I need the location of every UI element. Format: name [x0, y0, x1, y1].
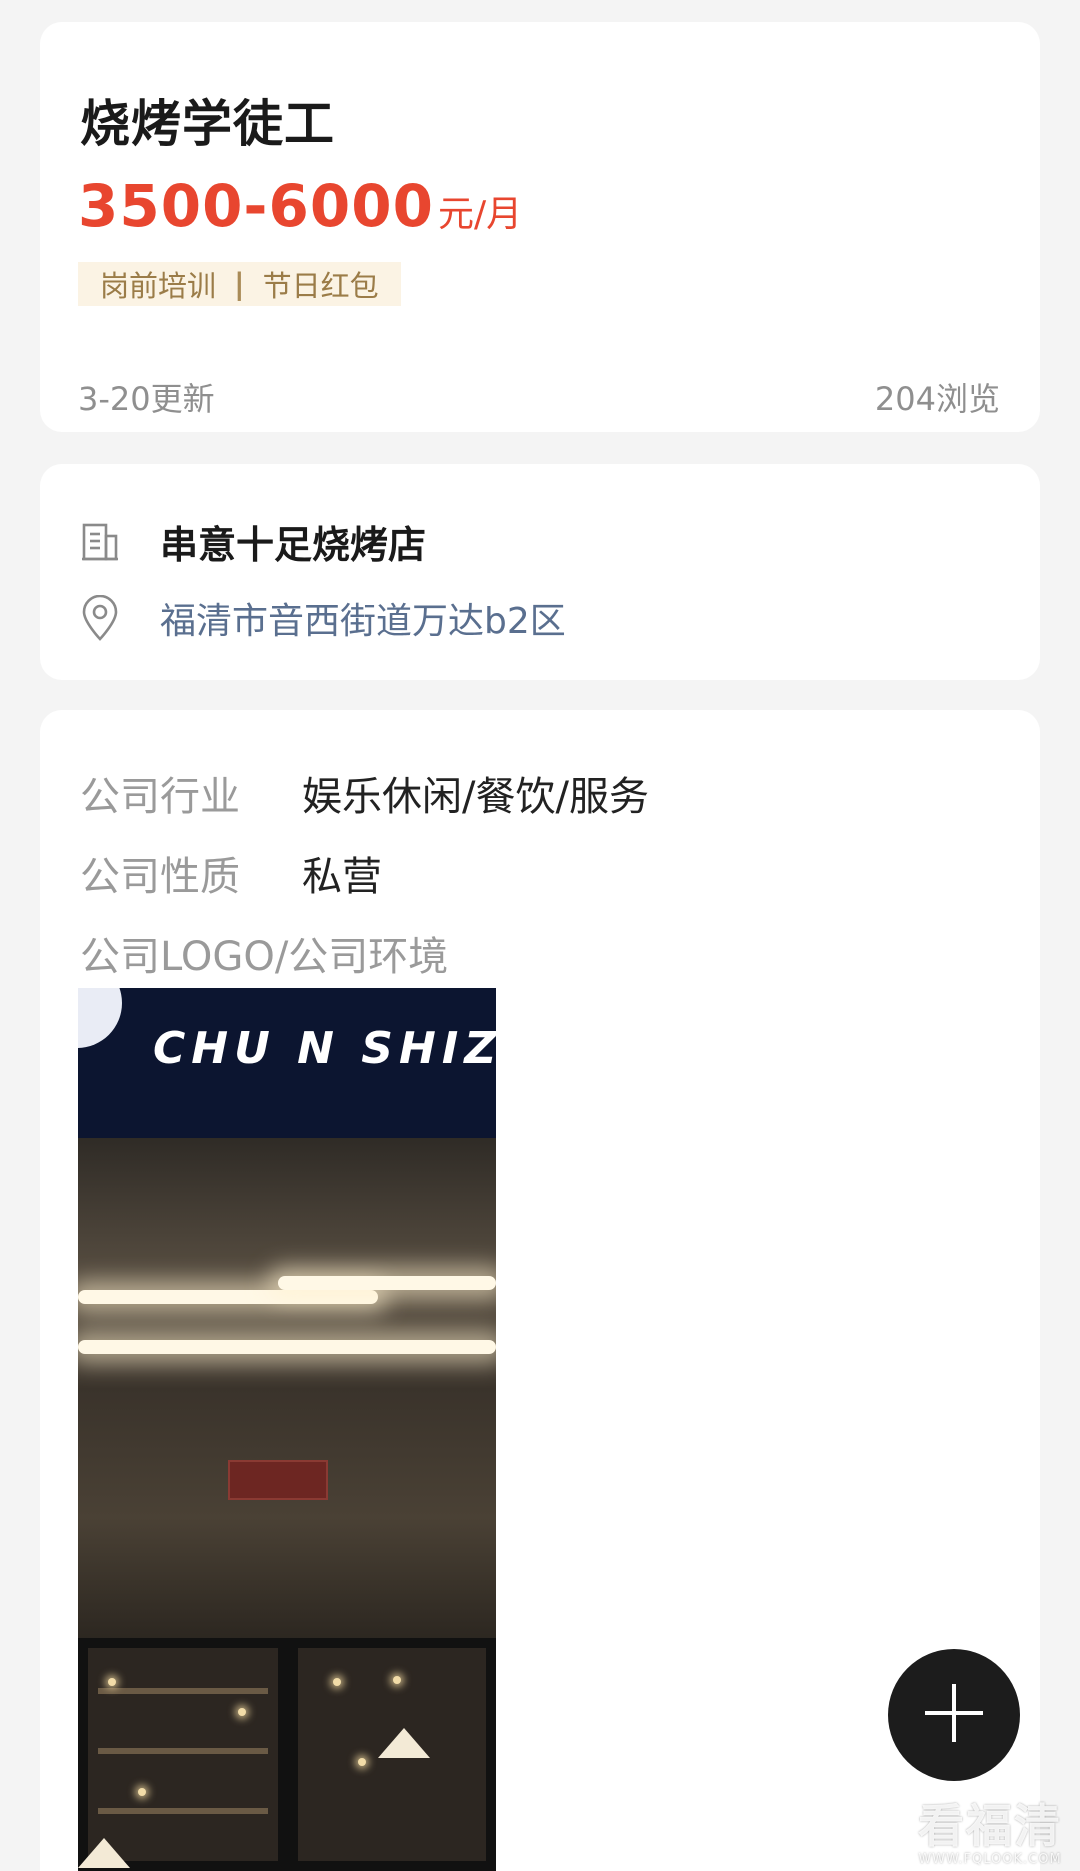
photo-shop-sign: CHU N SHIZ — [78, 988, 496, 1138]
job-title: 烧烤学徒工 — [80, 95, 335, 153]
watermark-title: 看福清 — [918, 1799, 1062, 1853]
photo-shelf — [98, 1748, 268, 1754]
photo-red-sign — [228, 1460, 328, 1500]
photo-lamp — [78, 1838, 130, 1868]
benefit-tags: 岗前培训 | 节日红包 — [78, 262, 401, 306]
company-name: 串意十足烧烤店 — [160, 523, 427, 567]
photo-shelf — [98, 1688, 268, 1694]
job-summary-card: 烧烤学徒工 3500-6000 元/月 岗前培训 | 节日红包 3-20更新 20… — [40, 22, 1040, 432]
tag-separator: | — [234, 267, 245, 301]
nature-row: 公司性质 私营 — [80, 844, 382, 902]
photo-lamp — [378, 1728, 430, 1758]
photo-shelf — [98, 1808, 268, 1814]
company-address-row[interactable]: 福清市音西街道万达b2区 — [78, 592, 566, 644]
view-count: 204浏览 — [874, 380, 1000, 418]
photo-light-strip — [78, 1340, 496, 1354]
environment-label: 公司LOGO/公司环境 — [80, 934, 449, 980]
tag-training: 岗前培训 — [100, 269, 217, 303]
industry-row: 公司行业 娱乐休闲/餐饮/服务 — [80, 764, 649, 822]
photo-light-strip — [78, 1290, 378, 1304]
plus-icon — [921, 1680, 987, 1750]
photo-wall — [78, 1388, 496, 1648]
photo-light-dot — [358, 1758, 366, 1766]
company-card[interactable]: 串意十足烧烤店 福清市音西街道万达b2区 — [40, 464, 1040, 680]
job-meta: 3-20更新 204浏览 — [78, 374, 1000, 420]
photo-sign-text: CHU N SHIZ — [153, 1023, 496, 1074]
photo-logo-arc — [78, 988, 122, 1048]
photo-light-dot — [393, 1676, 401, 1684]
storefront-photo[interactable]: CHU N SHIZ — [78, 988, 496, 1871]
photo-light-dot — [333, 1678, 341, 1686]
watermark-url: WWW.FQLOOK.COM — [918, 1852, 1062, 1867]
company-address: 福清市音西街道万达b2区 — [160, 601, 566, 642]
photo-glass-door — [78, 1638, 288, 1871]
salary-unit: 元/月 — [437, 194, 523, 235]
company-name-row[interactable]: 串意十足烧烤店 — [78, 514, 426, 569]
industry-value: 娱乐休闲/餐饮/服务 — [302, 774, 649, 820]
salary-range: 3500-6000 — [78, 172, 434, 240]
industry-label: 公司行业 — [80, 774, 240, 820]
location-pin-icon — [78, 593, 122, 643]
building-icon — [78, 517, 122, 567]
job-detail-page: 烧烤学徒工 3500-6000 元/月 岗前培训 | 节日红包 3-20更新 20… — [0, 0, 1080, 1871]
nature-label: 公司性质 — [80, 854, 240, 900]
photo-light-strip — [278, 1276, 496, 1290]
nature-value: 私营 — [302, 854, 382, 900]
update-date: 3-20更新 — [78, 380, 215, 418]
photo-light-dot — [238, 1708, 246, 1716]
tag-holiday-bonus: 节日红包 — [262, 269, 379, 303]
photo-light-dot — [138, 1788, 146, 1796]
photo-sign-strokes — [156, 988, 456, 1006]
photo-light-dot — [108, 1678, 116, 1686]
salary: 3500-6000 元/月 — [78, 172, 522, 240]
add-button[interactable] — [888, 1649, 1020, 1781]
watermark: 看福清 WWW.FQLOOK.COM — [918, 1790, 1062, 1867]
